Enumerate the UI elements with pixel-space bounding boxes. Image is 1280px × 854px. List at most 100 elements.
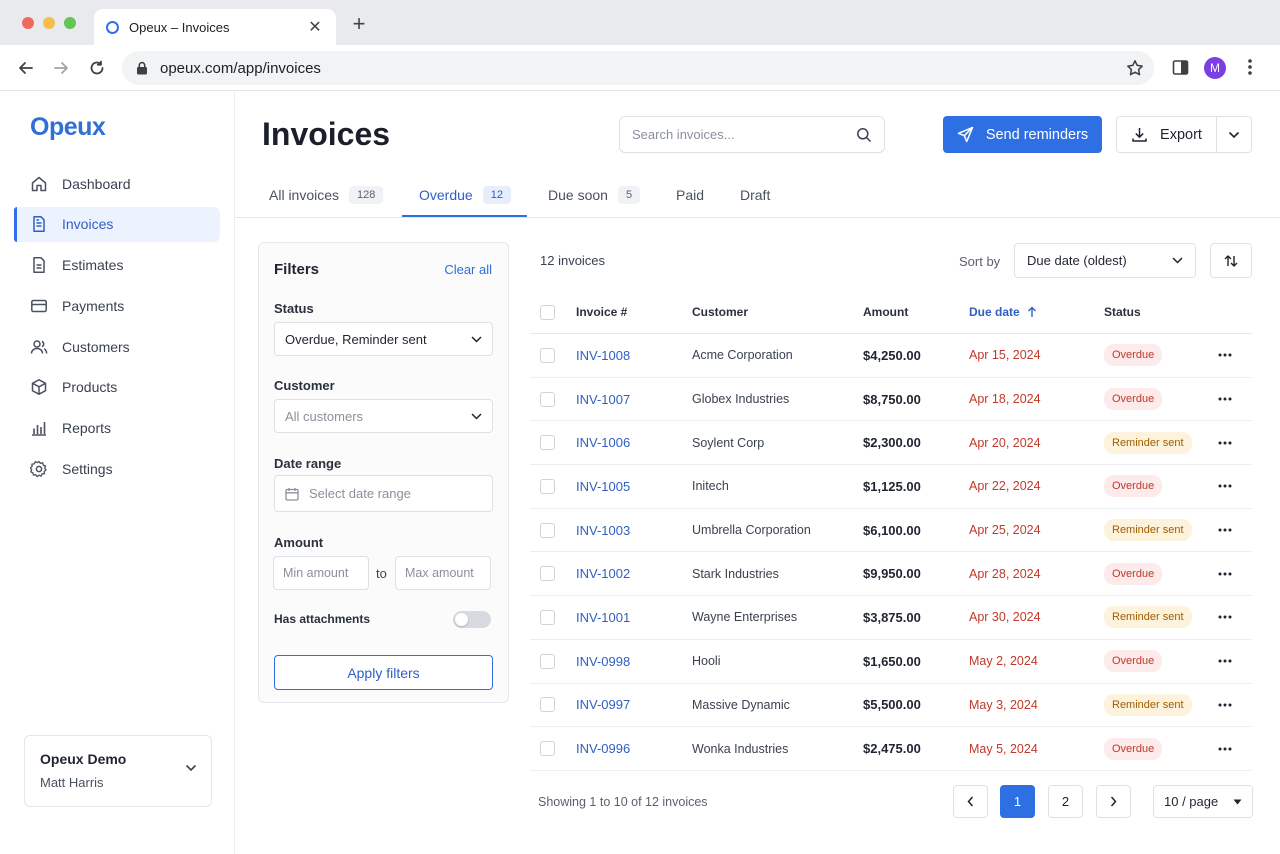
back-icon[interactable] — [14, 56, 38, 80]
invoice-number-link[interactable]: INV-0997 — [576, 684, 630, 727]
page-size-select[interactable]: 10 / page — [1153, 785, 1253, 818]
invoice-number-link[interactable]: INV-1003 — [576, 509, 630, 552]
clear-all-link[interactable]: Clear all — [444, 262, 492, 277]
table-row[interactable]: INV-1001 Wayne Enterprises $3,875.00 Apr 30… — [530, 596, 1252, 640]
apply-filters-button[interactable]: Apply filters — [274, 655, 493, 690]
close-tab-icon[interactable]: ✕ — [306, 17, 324, 37]
sidebar-item-reports[interactable]: Reports — [14, 411, 220, 446]
new-tab-icon[interactable]: + — [348, 13, 370, 35]
browser-menu-icon[interactable] — [1248, 58, 1252, 76]
sidebar-item-settings[interactable]: Settings — [14, 452, 220, 487]
table-row[interactable]: INV-1003 Umbrella Corporation $6,100.00 Apr… — [530, 509, 1252, 553]
account-switcher[interactable]: Opeux Demo Matt Harris — [24, 735, 212, 807]
row-checkbox[interactable] — [540, 609, 555, 625]
window-maximize-button[interactable] — [64, 17, 76, 29]
tab-due-soon[interactable]: Due soon 5 — [548, 172, 641, 218]
row-checkbox[interactable] — [540, 741, 555, 757]
invoice-number-link[interactable]: INV-1001 — [576, 596, 630, 639]
row-actions-button[interactable] — [1218, 552, 1232, 595]
export-button[interactable]: Export — [1117, 117, 1217, 152]
status-cell: Reminder sent — [1104, 421, 1192, 464]
row-checkbox[interactable] — [540, 522, 555, 538]
row-checkbox[interactable] — [540, 566, 555, 582]
next-page-button[interactable] — [1096, 785, 1131, 818]
row-checkbox[interactable] — [540, 697, 555, 713]
table-row[interactable]: INV-0998 Hooli $1,650.00 May 2, 2024 Overdue — [530, 640, 1252, 684]
row-checkbox[interactable] — [540, 347, 555, 363]
browser-tab[interactable]: Opeux – Invoices ✕ — [94, 9, 336, 45]
table-row[interactable]: INV-1002 Stark Industries $9,950.00 Apr 28,… — [530, 552, 1252, 597]
search-input[interactable]: Search invoices... — [619, 116, 885, 153]
invoice-number-link[interactable]: INV-0998 — [576, 640, 630, 683]
sort-direction-button[interactable] — [1210, 243, 1252, 278]
page-2-button[interactable]: 2 — [1048, 785, 1083, 818]
window-minimize-button[interactable] — [43, 17, 55, 29]
side-panel-icon[interactable] — [1172, 59, 1189, 76]
customer-filter-select[interactable]: All customers — [274, 399, 493, 433]
table-header: Invoice # Customer Amount Due date Statu… — [530, 291, 1252, 334]
row-actions-button[interactable] — [1218, 421, 1232, 464]
column-header-invoice[interactable]: Invoice # — [576, 291, 627, 333]
row-checkbox[interactable] — [540, 391, 555, 407]
sort-select[interactable]: Due date (oldest) — [1014, 243, 1196, 278]
bookmark-star-icon[interactable] — [1126, 59, 1144, 77]
sidebar-item-products[interactable]: Products — [14, 370, 220, 405]
page-1-button[interactable]: 1 — [1000, 785, 1035, 818]
row-actions-button[interactable] — [1218, 509, 1232, 552]
row-checkbox[interactable] — [540, 435, 555, 451]
table-row[interactable]: INV-1008 Acme Corporation $4,250.00 Apr 15,… — [530, 334, 1252, 378]
previous-page-button[interactable] — [953, 785, 988, 818]
account-user-name: Matt Harris — [40, 775, 104, 790]
send-reminders-button[interactable]: Send reminders — [943, 116, 1102, 153]
tab-draft[interactable]: Draft — [740, 172, 770, 218]
status-filter-select[interactable]: Overdue, Reminder sent — [274, 322, 493, 356]
forward-icon[interactable] — [49, 56, 73, 80]
table-row[interactable]: INV-1006 Soylent Corp $2,300.00 Apr 20, 202… — [530, 421, 1252, 466]
invoice-number-link[interactable]: INV-1002 — [576, 552, 630, 595]
row-actions-button[interactable] — [1218, 596, 1232, 639]
max-amount-input[interactable]: Max amount — [395, 556, 491, 590]
row-actions-button[interactable] — [1218, 378, 1232, 421]
table-row[interactable]: INV-1005 Initech $1,125.00 Apr 22, 2024 Over… — [530, 465, 1252, 509]
app-logo[interactable]: Opeux — [30, 113, 106, 142]
table-row[interactable]: INV-1007 Globex Industries $8,750.00 Apr 18… — [530, 378, 1252, 422]
row-actions-button[interactable] — [1218, 684, 1232, 727]
min-amount-input[interactable]: Min amount — [273, 556, 369, 590]
select-all-checkbox[interactable] — [540, 304, 555, 320]
column-header-status[interactable]: Status — [1104, 291, 1141, 333]
invoice-number-link[interactable]: INV-1006 — [576, 421, 630, 464]
box-icon — [31, 379, 47, 396]
tab-label: Overdue — [419, 187, 473, 203]
column-header-amount[interactable]: Amount — [863, 291, 908, 333]
row-actions-button[interactable] — [1218, 465, 1232, 508]
sidebar-item-payments[interactable]: Payments — [14, 288, 220, 323]
invoice-number-link[interactable]: INV-1007 — [576, 378, 630, 421]
profile-avatar[interactable]: M — [1204, 57, 1226, 79]
row-checkbox[interactable] — [540, 653, 555, 669]
invoice-number-link[interactable]: INV-1005 — [576, 465, 630, 508]
row-actions-button[interactable] — [1218, 334, 1232, 377]
column-header-customer[interactable]: Customer — [692, 291, 748, 333]
export-options-button[interactable] — [1217, 117, 1251, 152]
attachments-toggle[interactable] — [453, 611, 491, 628]
address-bar[interactable]: opeux.com/app/invoices — [122, 51, 1154, 85]
row-checkbox[interactable] — [540, 478, 555, 494]
sidebar-item-invoices[interactable]: Invoices — [14, 206, 220, 242]
sidebar-item-customers[interactable]: Customers — [14, 329, 220, 364]
invoice-number-link[interactable]: INV-1008 — [576, 334, 630, 377]
row-actions-button[interactable] — [1218, 727, 1232, 770]
tab-paid[interactable]: Paid — [676, 172, 704, 218]
window-close-button[interactable] — [22, 17, 34, 29]
reload-icon[interactable] — [85, 56, 109, 80]
sidebar-item-dashboard[interactable]: Dashboard — [14, 166, 220, 201]
column-header-due-date[interactable]: Due date — [969, 291, 1037, 333]
table-row[interactable]: INV-0997 Massive Dynamic $5,500.00 May 3, 2… — [530, 684, 1252, 728]
row-actions-button[interactable] — [1218, 640, 1232, 683]
tab-all-invoices[interactable]: All invoices 128 — [269, 172, 384, 218]
invoice-number-link[interactable]: INV-0996 — [576, 727, 630, 770]
table-row[interactable]: INV-0996 Wonka Industries $2,475.00 May 5, … — [530, 727, 1252, 771]
tab-overdue[interactable]: Overdue 12 — [419, 172, 511, 218]
sidebar-item-estimates[interactable]: Estimates — [14, 248, 220, 283]
customer-name: Wayne Enterprises — [692, 610, 798, 625]
date-range-picker[interactable]: Select date range — [274, 475, 493, 512]
